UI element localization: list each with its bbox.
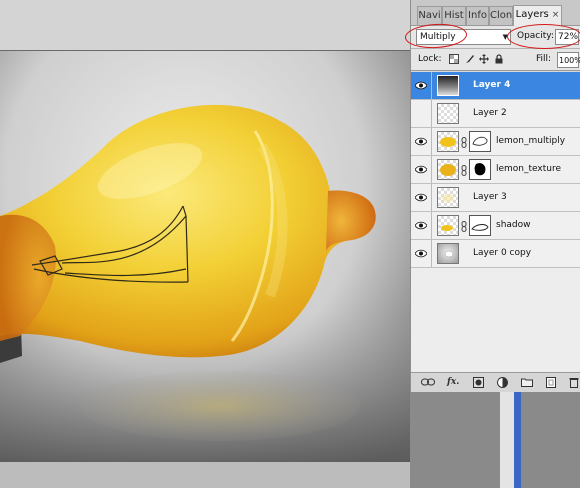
tab-navigator[interactable]: Navi: [417, 6, 442, 25]
layer-name[interactable]: lemon_texture: [496, 164, 561, 174]
layer-name[interactable]: Layer 2: [473, 108, 507, 118]
layer-row-lemon-multiply[interactable]: lemon_multiply: [411, 128, 580, 156]
layer-thumbnail: [437, 215, 459, 236]
layers-panel-footer: fx.: [411, 372, 580, 392]
layer-mask-thumbnail[interactable]: [469, 131, 491, 152]
window-edge: [514, 392, 521, 488]
canvas-pasteboard: [0, 0, 410, 51]
eye-icon: [415, 221, 427, 230]
layer-thumbnail: [437, 103, 459, 124]
brush-icon[interactable]: [465, 54, 475, 64]
visibility-toggle[interactable]: [411, 72, 432, 99]
visibility-toggle[interactable]: [411, 100, 432, 127]
visibility-toggle[interactable]: [411, 184, 432, 211]
visibility-toggle[interactable]: [411, 212, 432, 239]
scrollbar-track[interactable]: [500, 392, 514, 488]
layer-thumbnail: [437, 75, 459, 96]
eye-icon: [415, 165, 427, 174]
layer-name[interactable]: lemon_multiply: [496, 136, 565, 146]
fx-icon[interactable]: fx.: [447, 377, 459, 387]
layer-row-layer-2[interactable]: Layer 2: [411, 100, 580, 128]
layers-list: Layer 4 Layer 2 lemon_multiply lemon_tex…: [411, 72, 580, 372]
layer-row-layer-3[interactable]: Layer 3: [411, 184, 580, 212]
trash-icon[interactable]: [569, 377, 579, 388]
lock-label: Lock:: [418, 54, 442, 64]
workspace-background: [410, 390, 580, 488]
layer-row-layer-0-copy[interactable]: Layer 0 copy: [411, 240, 580, 268]
layer-name[interactable]: Layer 0 copy: [473, 248, 531, 258]
eye-icon: [415, 81, 427, 90]
tab-layers[interactable]: Layers ×: [513, 5, 562, 26]
layer-row-layer-4[interactable]: Layer 4: [411, 72, 580, 100]
tab-info[interactable]: Info: [466, 6, 489, 25]
layer-row-shadow[interactable]: shadow: [411, 212, 580, 240]
add-mask-icon[interactable]: [473, 377, 484, 388]
lemon-bulb-image: [0, 51, 410, 488]
layer-thumbnail: [437, 159, 459, 180]
document-canvas[interactable]: [0, 0, 410, 488]
layer-mask-thumbnail[interactable]: [469, 159, 491, 180]
canvas-bottom-pasteboard: [0, 462, 410, 488]
link-icon[interactable]: [461, 137, 467, 148]
layer-thumbnail: [437, 187, 459, 208]
visibility-toggle[interactable]: [411, 156, 432, 183]
fill-label: Fill:: [536, 54, 552, 64]
link-icon[interactable]: [461, 221, 467, 232]
layer-name[interactable]: Layer 3: [473, 192, 507, 202]
layer-thumbnail: [437, 131, 459, 152]
lock-fill-row: Lock: Fill: 100%: [411, 49, 580, 71]
visibility-toggle[interactable]: [411, 128, 432, 155]
move-icon[interactable]: [479, 54, 489, 64]
tab-clone-source[interactable]: Clon: [489, 6, 513, 25]
layer-name[interactable]: Layer 4: [473, 80, 510, 90]
new-layer-icon[interactable]: [546, 377, 556, 388]
layer-mask-thumbnail[interactable]: [469, 215, 491, 236]
lock-transparent-icon[interactable]: [449, 54, 459, 64]
visibility-toggle[interactable]: [411, 240, 432, 267]
folder-icon[interactable]: [521, 377, 533, 387]
link-icon[interactable]: [461, 165, 467, 176]
link-layers-icon[interactable]: [421, 378, 435, 386]
highlight-circle-opacity: [507, 24, 580, 49]
layer-row-lemon-texture[interactable]: lemon_texture: [411, 156, 580, 184]
lock-icon[interactable]: [494, 54, 504, 64]
eye-icon: [415, 137, 427, 146]
fill-field[interactable]: 100%: [557, 52, 580, 68]
adjustment-layer-icon[interactable]: [497, 377, 508, 388]
eye-icon: [415, 193, 427, 202]
layer-name[interactable]: shadow: [496, 220, 531, 230]
panel-tab-bar: Navi Hist Info Clon Layers ×: [411, 0, 580, 26]
eye-icon: [415, 249, 427, 258]
close-icon[interactable]: ×: [552, 10, 560, 20]
tab-history[interactable]: Hist: [442, 6, 466, 25]
layer-thumbnail: [437, 243, 459, 264]
layers-panel: Navi Hist Info Clon Layers × Multiply ▼ O…: [404, 0, 580, 392]
